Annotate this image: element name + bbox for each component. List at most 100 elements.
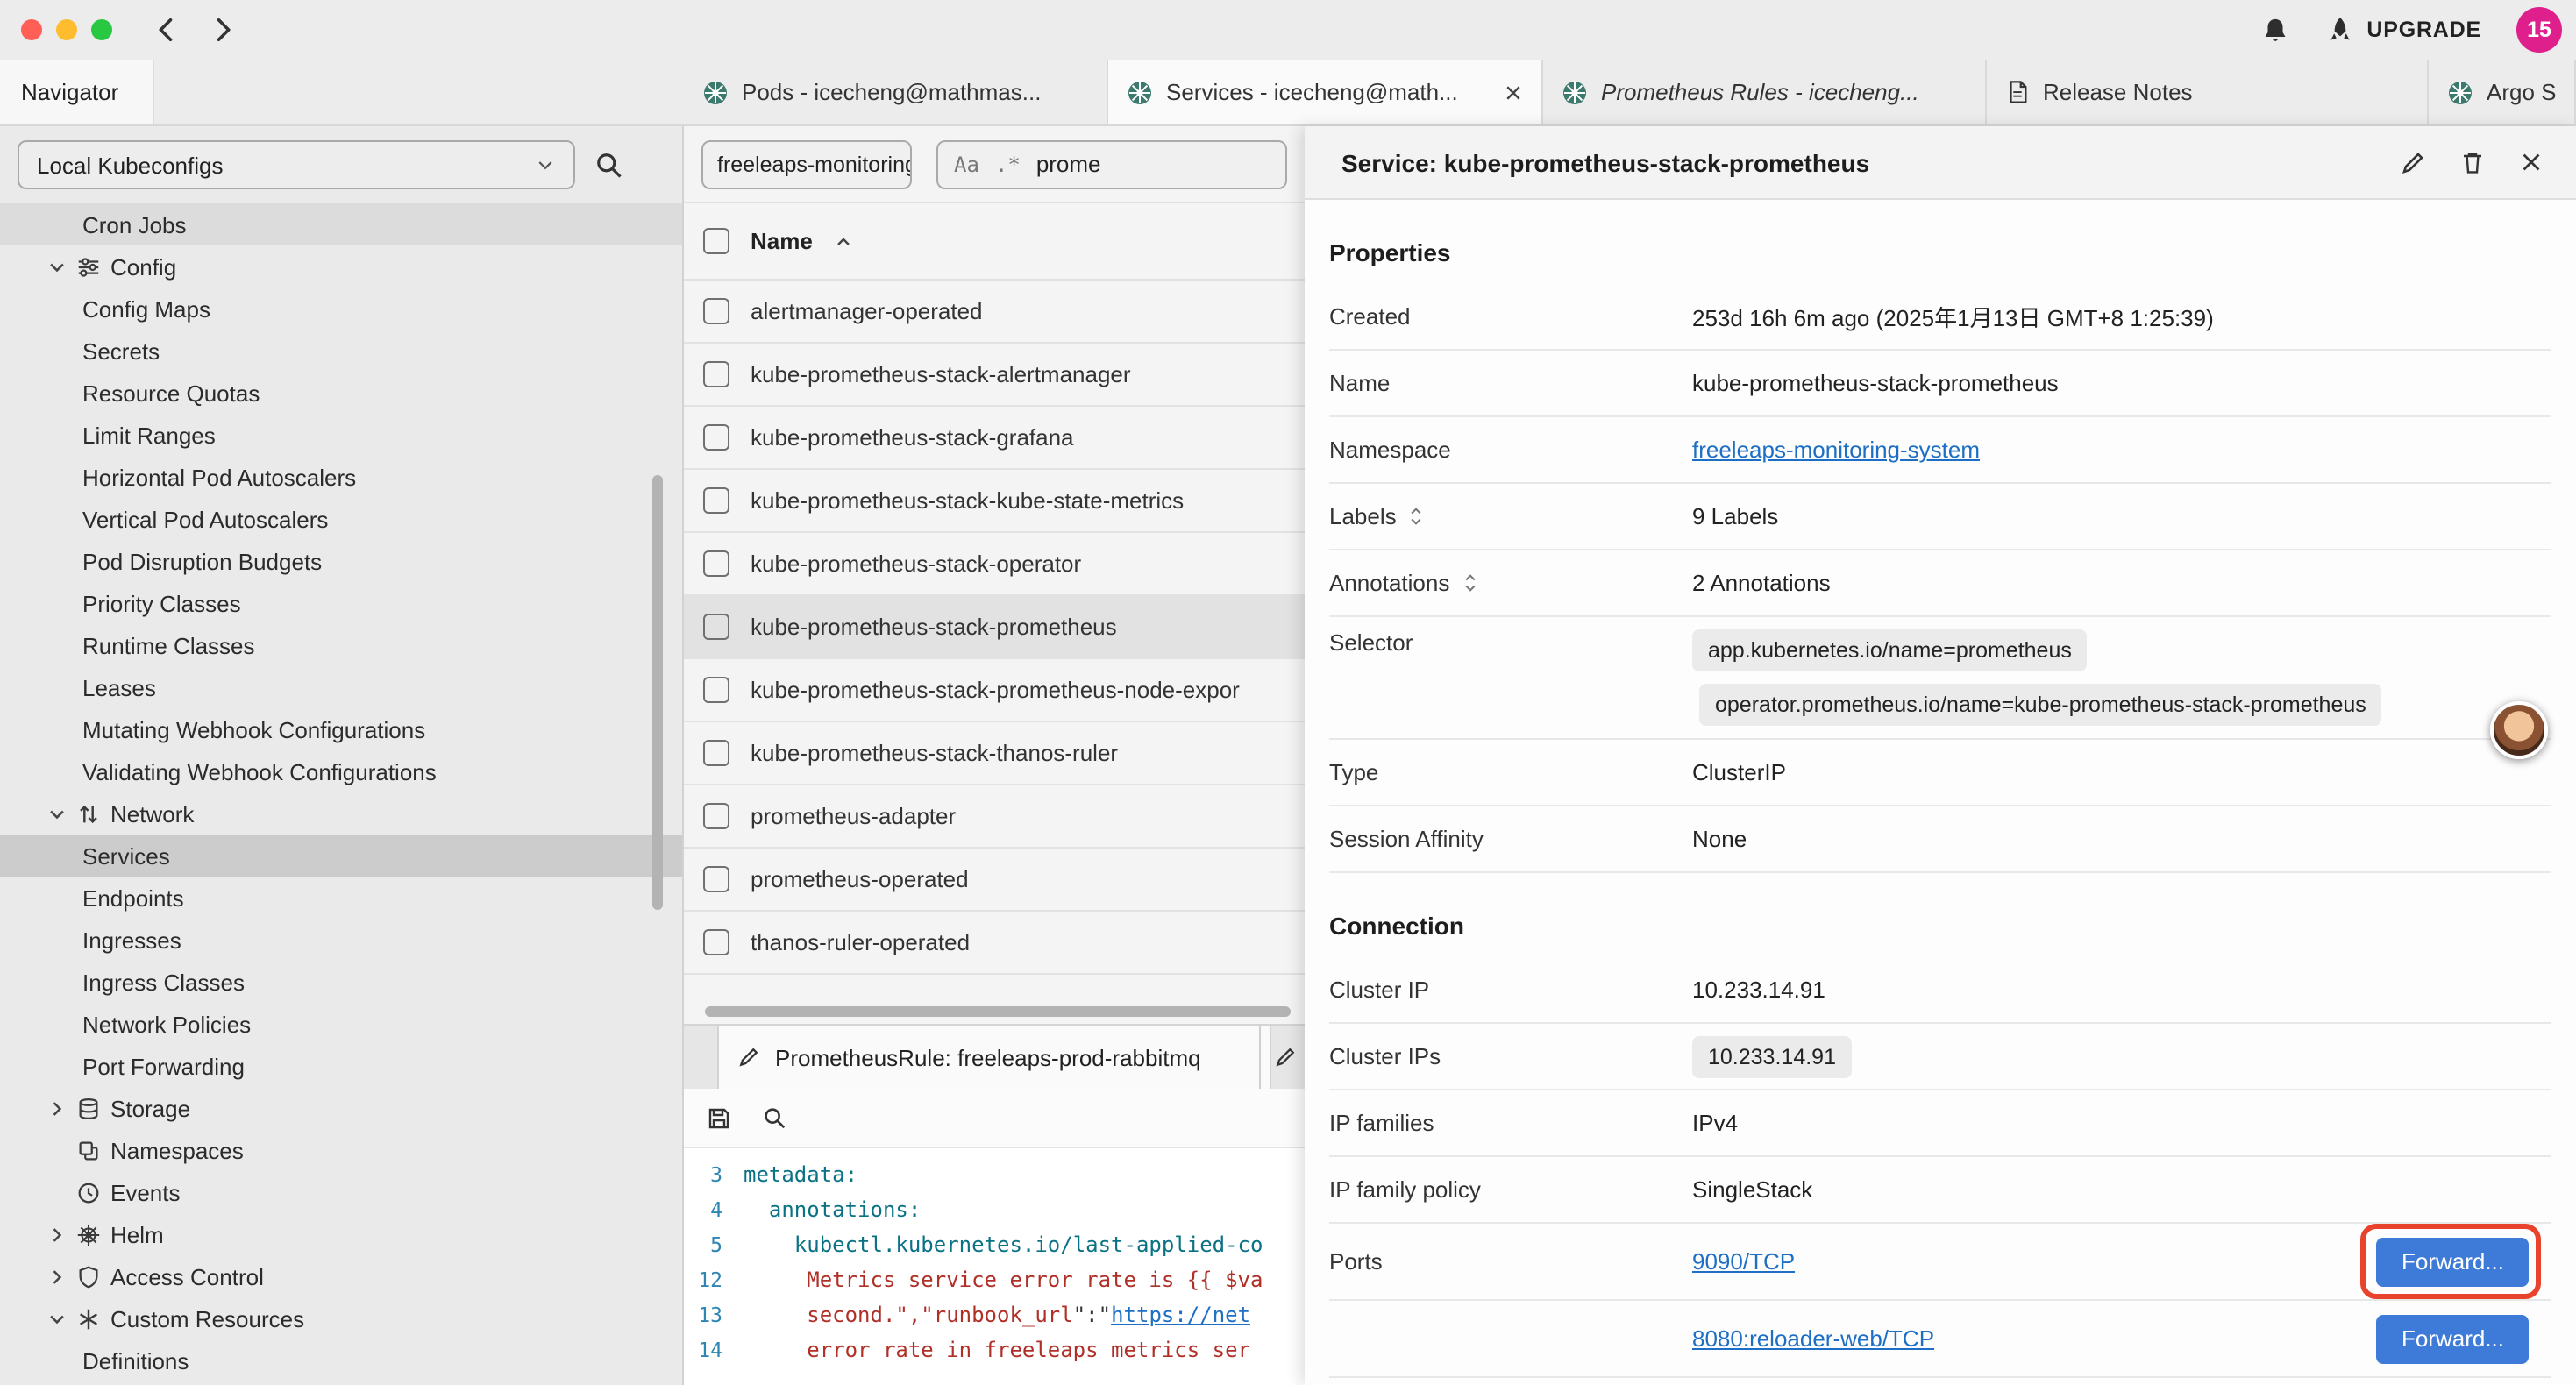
yaml-editor[interactable]: 3metadata:4 annotations:5 kubectl.kubern… [684,1148,1305,1385]
kubeconfig-select[interactable]: Local Kubeconfigs [18,140,575,189]
tab-release-notes[interactable]: Release Notes [1987,60,2429,124]
tab-services-icecheng-math[interactable]: Services - icecheng@math... [1108,60,1543,124]
sidebar-item-cron-jobs[interactable]: Cron Jobs [0,203,682,245]
horizontal-scrollbar[interactable] [705,1006,1291,1017]
sort-ascending-icon[interactable] [834,231,855,252]
sidebar-item-network[interactable]: Network [0,792,682,835]
sidebar-item-vertical-pod-autoscalers[interactable]: Vertical Pod Autoscalers [0,498,682,540]
sidebar-item-mutating-webhook-configurations[interactable]: Mutating Webhook Configurations [0,708,682,750]
row-checkbox[interactable] [703,740,729,766]
upgrade-button[interactable]: UPGRADE [2324,15,2481,45]
window-zoom-button[interactable] [91,19,112,40]
column-header-name[interactable]: Name [751,228,813,254]
tab-prometheus-rules-icecheng[interactable]: Prometheus Rules - icecheng... [1543,60,1987,124]
regex-toggle[interactable]: .* [995,152,1021,176]
chevron-down-icon[interactable] [46,1309,67,1328]
sidebar-item-limit-ranges[interactable]: Limit Ranges [0,414,682,456]
forward-button[interactable]: Forward... [2377,1314,2529,1363]
window-minimize-button[interactable] [56,19,77,40]
sidebar-item-definitions[interactable]: Definitions [0,1339,682,1381]
table-row-alertmanager-operated[interactable]: alertmanager-operated [684,281,1305,344]
chevron-right-icon[interactable] [46,1098,67,1118]
sidebar-item-namespaces[interactable]: Namespaces [0,1129,682,1171]
close-icon[interactable] [2518,149,2544,175]
sidebar-scrollbar[interactable] [652,475,663,910]
user-avatar[interactable] [2490,701,2548,759]
namespace-link[interactable]: freeleaps-monitoring-system [1692,437,1980,463]
table-row-kube-prometheus-stack-grafana[interactable]: kube-prometheus-stack-grafana [684,407,1305,470]
table-row-kube-prometheus-stack-alertmanager[interactable]: kube-prometheus-stack-alertmanager [684,344,1305,407]
sidebar-item-port-forwarding[interactable]: Port Forwarding [0,1045,682,1087]
forward-icon[interactable] [207,14,238,46]
row-checkbox[interactable] [703,361,729,387]
sidebar-item-validating-webhook-configurations[interactable]: Validating Webhook Configurations [0,750,682,792]
sidebar-item-leases[interactable]: Leases [0,666,682,708]
sidebar-item-network-policies[interactable]: Network Policies [0,1003,682,1045]
row-checkbox[interactable] [703,866,729,892]
expand-updown-icon[interactable] [1460,572,1479,594]
table-row-prometheus-operated[interactable]: prometheus-operated [684,849,1305,912]
row-checkbox[interactable] [703,487,729,514]
close-tab-icon[interactable] [1503,82,1524,103]
row-checkbox[interactable] [703,929,729,955]
dock-tab-prometheusrule[interactable]: PrometheusRule: freeleaps-prod-rabbitmq [717,1026,1271,1089]
row-checkbox[interactable] [703,803,729,829]
dock-tab-next[interactable] [1259,1026,1305,1089]
window-close-button[interactable] [21,19,42,40]
sidebar-item-ingresses[interactable]: Ingresses [0,919,682,961]
search-icon[interactable] [593,149,624,181]
edit-pencil-icon[interactable] [2399,148,2427,176]
sidebar-item-config-maps[interactable]: Config Maps [0,288,682,330]
table-row-kube-prometheus-stack-prometheus[interactable]: kube-prometheus-stack-prometheus [684,596,1305,659]
sidebar-item-config[interactable]: Config [0,245,682,288]
sidebar-item-priority-classes[interactable]: Priority Classes [0,582,682,624]
table-row-prometheus-adapter[interactable]: prometheus-adapter [684,785,1305,849]
namespace-select[interactable]: freeleaps-monitoring-system [701,139,912,188]
dock-tabbar: PrometheusRule: freeleaps-prod-rabbitmq [684,1024,1305,1089]
table-row-kube-prometheus-stack-kube-state-metrics[interactable]: kube-prometheus-stack-kube-state-metrics [684,470,1305,533]
chevron-down-icon[interactable] [46,804,67,823]
row-checkbox[interactable] [703,550,729,577]
sidebar-item-services[interactable]: Services [0,835,682,877]
table-row-kube-prometheus-stack-operator[interactable]: kube-prometheus-stack-operator [684,533,1305,596]
sidebar-item-runtime-classes[interactable]: Runtime Classes [0,624,682,666]
notifications-bell-icon[interactable] [2259,15,2289,45]
search-icon[interactable] [761,1104,787,1131]
table-row-kube-prometheus-stack-prometheus-node-expor[interactable]: kube-prometheus-stack-prometheus-node-ex… [684,659,1305,722]
match-case-toggle[interactable]: Aa [954,152,979,176]
row-checkbox[interactable] [703,424,729,451]
save-icon[interactable] [705,1104,733,1132]
sidebar-item-events[interactable]: Events [0,1171,682,1213]
sidebar-item-helm[interactable]: Helm [0,1213,682,1255]
chevron-right-icon[interactable] [46,1225,67,1244]
sidebar-item-storage[interactable]: Storage [0,1087,682,1129]
select-all-checkbox[interactable] [703,228,729,254]
tab-pods-icecheng-mathmas[interactable]: Pods - icecheng@mathmas... [684,60,1108,124]
sidebar-item-custom-resources[interactable]: Custom Resources [0,1297,682,1339]
table-row-kube-prometheus-stack-thanos-ruler[interactable]: kube-prometheus-stack-thanos-ruler [684,722,1305,785]
sidebar-item-horizontal-pod-autoscalers[interactable]: Horizontal Pod Autoscalers [0,456,682,498]
sidebar-item-ingress-classes[interactable]: Ingress Classes [0,961,682,1003]
port-link[interactable]: 9090/TCP [1692,1248,1795,1275]
row-checkbox[interactable] [703,677,729,703]
row-checkbox[interactable] [703,298,729,324]
forward-button[interactable]: Forward... [2377,1237,2529,1286]
service-details-drawer: Service: kube-prometheus-stack-prometheu… [1305,126,2576,1385]
delete-trash-icon[interactable] [2459,148,2487,176]
chevron-right-icon[interactable] [46,1267,67,1286]
port-link[interactable]: 8080:reloader-web/TCP [1692,1325,1934,1352]
back-icon[interactable] [151,14,182,46]
search-input[interactable]: Aa .* prome [936,139,1287,188]
service-name: kube-prometheus-stack-grafana [751,424,1074,451]
table-row-thanos-ruler-operated[interactable]: thanos-ruler-operated [684,912,1305,975]
tab-argo-s[interactable]: Argo S [2429,60,2576,124]
sidebar-item-secrets[interactable]: Secrets [0,330,682,372]
notification-count-badge[interactable]: 15 [2516,7,2562,53]
sidebar-item-access-control[interactable]: Access Control [0,1255,682,1297]
sidebar-item-pod-disruption-budgets[interactable]: Pod Disruption Budgets [0,540,682,582]
row-checkbox[interactable] [703,614,729,640]
sidebar-item-endpoints[interactable]: Endpoints [0,877,682,919]
chevron-down-icon[interactable] [46,257,67,276]
sidebar-item-resource-quotas[interactable]: Resource Quotas [0,372,682,414]
expand-updown-icon[interactable] [1407,505,1427,528]
